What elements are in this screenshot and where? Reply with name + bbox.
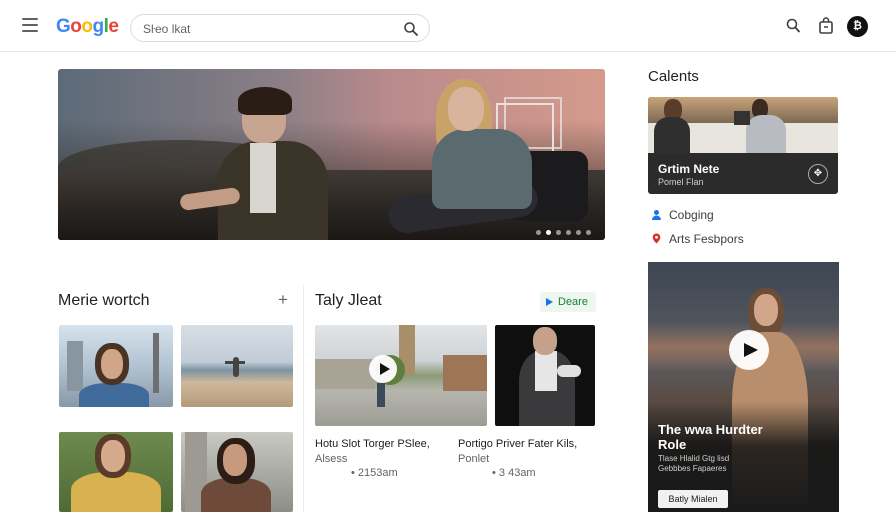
person-icon xyxy=(652,210,661,220)
play-button[interactable] xyxy=(369,355,397,383)
feature-title-line: The wwa Hurdter xyxy=(658,422,763,437)
video-title[interactable]: Portigo Priver Fater Kils, xyxy=(458,437,577,451)
shopping-bag-icon[interactable] xyxy=(817,17,835,35)
video-time: • 2153am xyxy=(351,467,398,479)
top-bar: Google ₿ xyxy=(0,0,896,52)
thumbnail-woman-street[interactable] xyxy=(181,432,293,512)
carousel-dot[interactable] xyxy=(576,230,581,235)
share-icon[interactable]: ✥ xyxy=(808,164,828,184)
menu-icon[interactable] xyxy=(22,18,38,32)
search-box[interactable] xyxy=(130,14,430,42)
account-icon[interactable] xyxy=(784,17,802,35)
feature-title: The wwa Hurdter Role xyxy=(658,422,763,452)
section-title-right: Calents xyxy=(648,68,699,85)
section-title-middle: Taly Jleat xyxy=(315,292,382,309)
hero-person-man xyxy=(178,87,348,240)
hero-banner[interactable] xyxy=(58,69,605,240)
column-divider xyxy=(303,285,304,512)
card-image xyxy=(648,97,838,153)
logo-letter: e xyxy=(108,16,119,37)
feature-desc-line: Gebbbes Fapaeres xyxy=(658,464,727,473)
carousel-dot[interactable] xyxy=(586,230,591,235)
video-channel: Alsess xyxy=(315,453,348,465)
feature-desc-line: Tlase Hlalid Gtg lisd xyxy=(658,454,730,463)
feature-action-button[interactable]: Batly Mialen xyxy=(658,490,728,508)
link-label: Cobging xyxy=(669,208,714,222)
content-card[interactable]: Grtim Nete Pomel Flan ✥ xyxy=(648,97,838,194)
logo-letter: o xyxy=(81,16,93,37)
play-icon xyxy=(546,298,553,306)
hero-person-woman xyxy=(386,79,588,239)
carousel-dot[interactable] xyxy=(566,230,571,235)
play-chip-button[interactable]: Deare xyxy=(540,292,596,312)
carousel-dot[interactable] xyxy=(556,230,561,235)
play-button[interactable] xyxy=(729,330,769,370)
google-logo[interactable]: Google xyxy=(56,16,119,38)
chip-label: Deare xyxy=(558,296,588,308)
link-label: Arts Fesbpors xyxy=(669,232,744,246)
add-button[interactable]: + xyxy=(275,291,291,308)
logo-letter: G xyxy=(56,16,71,37)
feature-title-line: Role xyxy=(658,437,687,452)
link-cobging[interactable]: Cobging xyxy=(651,208,714,222)
thumbnail-beach[interactable] xyxy=(181,325,293,407)
carousel-dots xyxy=(536,222,596,235)
video-thumbnail-campus[interactable] xyxy=(315,325,487,426)
video-channel: Ponlet xyxy=(458,453,490,465)
carousel-dot-active[interactable] xyxy=(546,230,551,235)
thumbnail-woman-park[interactable] xyxy=(59,432,173,512)
pin-icon xyxy=(652,233,661,244)
carousel-dot[interactable] xyxy=(536,230,541,235)
thumbnail-woman-city[interactable] xyxy=(59,325,173,407)
feature-description: Tlase Hlalid Gtg lisd Gebbbes Fapaeres xyxy=(658,454,768,474)
featured-video-card[interactable]: The wwa Hurdter Role Tlase Hlalid Gtg lis… xyxy=(648,262,839,512)
logo-letter: o xyxy=(70,16,82,37)
video-thumbnail-man-phone[interactable] xyxy=(495,325,595,426)
card-title: Grtim Nete xyxy=(658,162,720,176)
card-subtitle: Pomel Flan xyxy=(658,177,704,187)
video-title[interactable]: Hotu Slot Torger PSlee, xyxy=(315,437,430,451)
logo-letter: g xyxy=(92,16,105,37)
video-time: • 3 43am xyxy=(492,467,536,479)
section-title-left: Merie wortch xyxy=(58,292,150,309)
search-input[interactable] xyxy=(143,20,393,38)
avatar[interactable]: ₿ xyxy=(847,16,868,37)
search-icon[interactable] xyxy=(403,21,419,37)
link-arts[interactable]: Arts Fesbpors xyxy=(651,232,744,246)
